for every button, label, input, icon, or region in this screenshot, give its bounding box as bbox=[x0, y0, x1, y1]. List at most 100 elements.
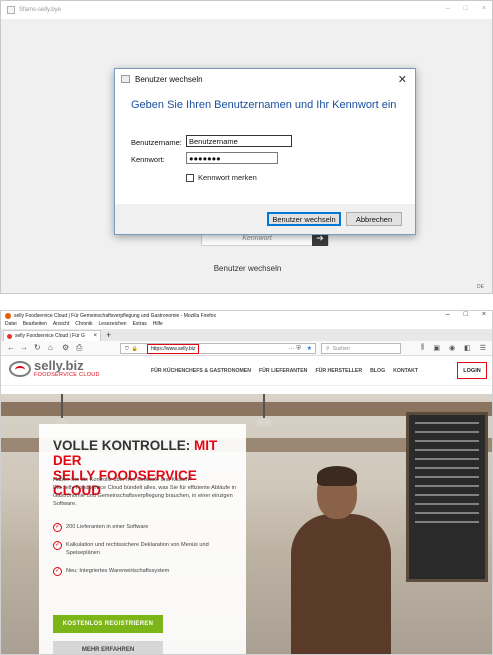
browser-menu-bar: Datei Bearbeiten Ansicht Chronik Lesezeichen… bbox=[1, 321, 492, 329]
login-button[interactable]: LOGIN bbox=[457, 362, 487, 379]
site-nav-item[interactable]: FÜR HERSTELLER bbox=[315, 368, 362, 374]
browser-menu-item[interactable]: Ansicht bbox=[53, 321, 69, 329]
chef-hair bbox=[317, 466, 357, 486]
username-label: Benutzername: bbox=[131, 138, 182, 147]
library-icon[interactable]: ⫼ bbox=[421, 344, 424, 352]
forward-icon[interactable]: → bbox=[20, 343, 28, 352]
site-nav-item[interactable]: FÜR LIEFERANTEN bbox=[259, 368, 307, 374]
dialog-app-icon bbox=[121, 75, 130, 83]
remember-password-label: Kennwort merken bbox=[198, 173, 257, 182]
browser-menu-item[interactable]: Lesezeichen bbox=[99, 321, 127, 329]
password-label: Kennwort: bbox=[131, 155, 165, 164]
search-placeholder: Suchen bbox=[332, 345, 350, 352]
shield-icon[interactable]: ⛉ bbox=[125, 346, 129, 352]
language-indicator[interactable]: DE bbox=[477, 284, 484, 290]
remember-password-checkbox[interactable] bbox=[186, 173, 194, 182]
tab-close-icon[interactable]: × bbox=[93, 333, 97, 339]
browser-tab-strip: selly Foodservice Cloud | Für G × + bbox=[1, 329, 492, 341]
app-icon bbox=[7, 6, 15, 14]
reload-icon[interactable]: ↻ bbox=[34, 343, 41, 352]
account-icon[interactable]: ◧ bbox=[464, 344, 471, 352]
bookmark-star-icon[interactable]: ★ bbox=[307, 346, 312, 352]
tab-title: selly Foodservice Cloud | Für G bbox=[15, 333, 85, 339]
app-window-title: Sfams-selly.bye bbox=[19, 7, 61, 13]
lock-icon[interactable]: 🔒 bbox=[132, 346, 138, 352]
dialog-titlebar: Benutzer wechseln bbox=[115, 69, 415, 89]
browser-navigation-bar: ← → ↻ ⌂ ⚙ ⎙ ⛉ 🔒 https://www.selly.biz ··… bbox=[1, 341, 492, 356]
login-app-window: Sfams-selly.bye – □ × Kennwort ➔ Benutze… bbox=[0, 0, 493, 294]
extension-icon[interactable]: ◉ bbox=[449, 344, 455, 352]
sidebar-icon[interactable]: ▣ bbox=[433, 344, 440, 352]
password-input[interactable]: ●●●●●●● bbox=[186, 152, 278, 164]
pocket-icon[interactable]: ⛨ bbox=[296, 346, 301, 352]
dialog-heading: Geben Sie Ihren Benutzernamen und Ihr Ke… bbox=[131, 99, 397, 111]
browser-search-input[interactable]: ⚲ Suchen bbox=[321, 343, 401, 354]
back-icon[interactable]: ← bbox=[7, 343, 15, 352]
register-free-button[interactable]: KOSTENLOS REGISTRIEREN bbox=[53, 615, 163, 633]
pendant-lamp bbox=[257, 394, 271, 426]
window-controls: – □ × bbox=[446, 5, 486, 12]
site-header: selly.biz FOODSERVICE CLOUD FÜR KÜCHENCH… bbox=[1, 356, 492, 386]
url-text[interactable]: https://www.selly.biz bbox=[147, 343, 200, 354]
check-circle-icon: ✓ bbox=[53, 541, 62, 550]
search-icon: ⚲ bbox=[326, 345, 330, 352]
settings-gear-icon[interactable]: ⚙ bbox=[62, 343, 69, 352]
browser-maximize-icon[interactable]: □ bbox=[464, 311, 468, 318]
background-switch-user-link[interactable]: Benutzer wechseln bbox=[1, 264, 492, 273]
browser-menu-item[interactable]: Datei bbox=[5, 321, 17, 329]
logo-mark-icon bbox=[9, 361, 31, 377]
check-circle-icon: ✓ bbox=[53, 523, 62, 532]
switch-user-dialog: Benutzer wechseln ✕ Geben Sie Ihren Benu… bbox=[114, 68, 416, 235]
browser-tab-active[interactable]: selly Foodservice Cloud | Für G × bbox=[3, 330, 101, 341]
browser-menu-item[interactable]: Chronik bbox=[75, 321, 92, 329]
username-input[interactable]: Benutzername bbox=[186, 135, 292, 147]
browser-toolbar-icons: ⫼ ▣ ◉ ◧ ☰ bbox=[421, 344, 486, 352]
url-bar[interactable]: ⛉ 🔒 https://www.selly.biz ··· ⛨ ★ bbox=[120, 343, 316, 354]
page-actions-icon[interactable]: ··· bbox=[289, 346, 295, 352]
cancel-button[interactable]: Abbrechen bbox=[346, 212, 402, 226]
remember-password-option[interactable]: Kennwort merken bbox=[186, 173, 257, 182]
tab-favicon bbox=[7, 333, 12, 339]
browser-close-icon[interactable]: × bbox=[482, 311, 486, 318]
dialog-footer: Benutzer wechseln Abbrechen bbox=[115, 204, 415, 234]
firefox-icon bbox=[5, 313, 11, 319]
site-nav-item[interactable]: BLOG bbox=[370, 368, 385, 374]
hamburger-menu-icon[interactable]: ☰ bbox=[480, 344, 486, 352]
browser-window: selly Foodservice Cloud | Für Gemeinscha… bbox=[0, 310, 493, 655]
browser-menu-item[interactable]: Extras bbox=[133, 321, 147, 329]
browser-menu-item[interactable]: Hilfe bbox=[153, 321, 163, 329]
browser-window-controls: – □ × bbox=[446, 311, 486, 318]
hero-lead-question: Haben Sie die Kontrolle über Ihre Einkäu… bbox=[53, 477, 193, 483]
menu-chalkboard bbox=[406, 412, 488, 582]
browser-menu-item[interactable]: Bearbeiten bbox=[23, 321, 47, 329]
feature-item: ✓ 200 Lieferanten in einer Software bbox=[53, 523, 238, 532]
new-tab-icon[interactable]: + bbox=[101, 330, 111, 341]
learn-more-button[interactable]: MEHR ERFAHREN bbox=[53, 641, 163, 654]
site-nav-item[interactable]: KONTAKT bbox=[393, 368, 418, 374]
hero-lead: Haben Sie die Kontrolle über Ihre Einkäu… bbox=[53, 476, 238, 508]
feature-item: ✓ Neu: Integriertes Warenwirtschaftssyst… bbox=[53, 567, 238, 576]
logo-brand: selly.biz bbox=[34, 358, 84, 373]
feature-text: Kalkulation und rechtssichere Deklaratio… bbox=[66, 542, 209, 556]
feature-text: 200 Lieferanten in einer Software bbox=[66, 524, 149, 530]
dialog-title: Benutzer wechseln bbox=[135, 74, 203, 84]
feature-item: ✓ Kalkulation und rechtssichere Deklarat… bbox=[53, 541, 238, 557]
switch-user-button[interactable]: Benutzer wechseln bbox=[267, 212, 341, 226]
home-icon[interactable]: ⌂ bbox=[48, 343, 53, 352]
print-icon[interactable]: ⎙ bbox=[76, 343, 82, 353]
dialog-close-icon[interactable]: ✕ bbox=[398, 73, 407, 86]
close-icon[interactable]: × bbox=[482, 5, 486, 12]
minimize-icon[interactable]: – bbox=[446, 5, 450, 12]
url-actions: ··· ⛨ ★ bbox=[289, 345, 312, 353]
logo-subtitle: FOODSERVICE CLOUD bbox=[34, 372, 100, 378]
browser-window-title: selly Foodservice Cloud | Für Gemeinscha… bbox=[14, 313, 216, 319]
chef-figure bbox=[291, 514, 391, 654]
feature-text: Neu: Integriertes Warenwirtschaftssystem bbox=[66, 568, 170, 574]
browser-titlebar: selly Foodservice Cloud | Für Gemeinscha… bbox=[1, 311, 492, 321]
hero-lead-text: Die selly Foodservice Cloud bündelt alle… bbox=[53, 485, 237, 507]
hero-title-main: VOLLE KONTROLLE: bbox=[53, 438, 194, 453]
browser-minimize-icon[interactable]: – bbox=[446, 311, 450, 318]
site-logo[interactable]: selly.biz FOODSERVICE CLOUD bbox=[9, 358, 100, 378]
maximize-icon[interactable]: □ bbox=[464, 5, 468, 12]
site-nav-item[interactable]: FÜR KÜCHENCHEFS & GASTRONOMEN bbox=[151, 368, 251, 374]
